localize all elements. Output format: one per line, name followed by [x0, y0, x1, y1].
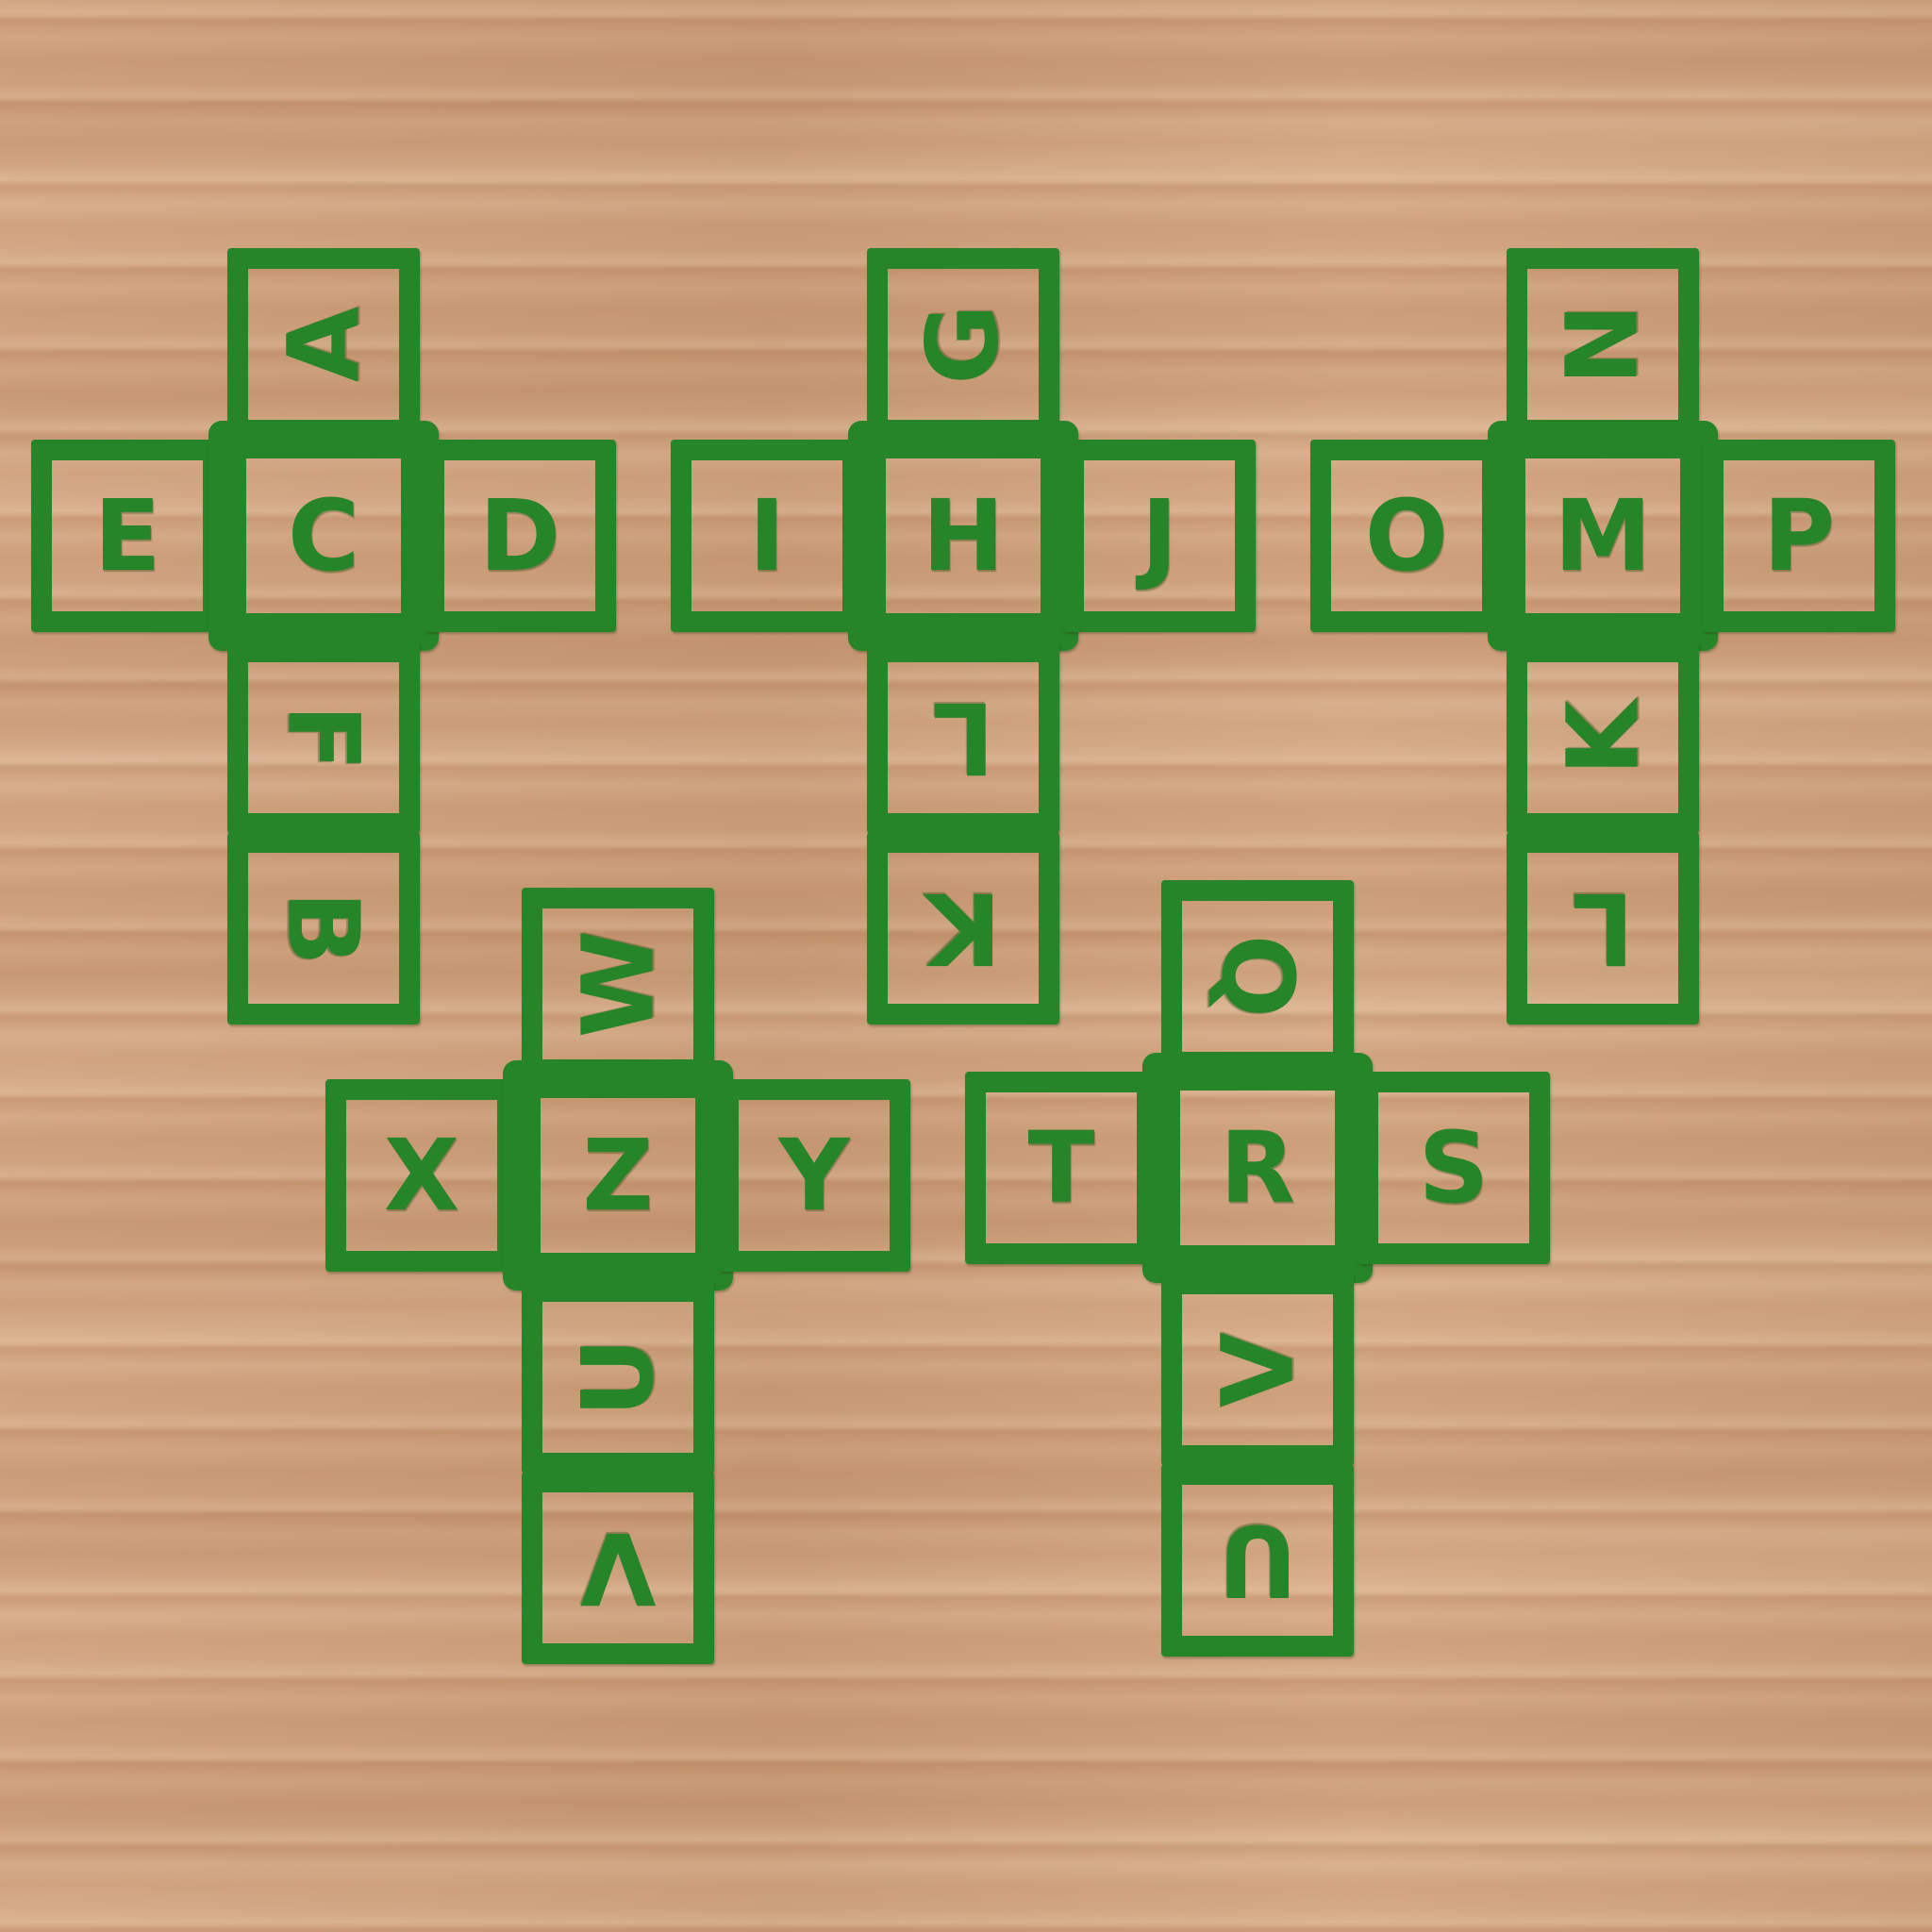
net-4-face-top[interactable]: W	[522, 888, 714, 1080]
net-5-face-center[interactable]: R	[1142, 1053, 1373, 1283]
net-5-face-top[interactable]: Q	[1161, 880, 1354, 1073]
net-2-letter-below: L	[931, 680, 995, 795]
net-4-letter-bottom: V	[579, 1510, 657, 1625]
net-4-face-below[interactable]: U	[522, 1281, 714, 1474]
net-4-face-center[interactable]: Z	[503, 1060, 733, 1291]
net-1-face-center[interactable]: C	[208, 421, 439, 651]
net-1-letter-below: F	[265, 704, 381, 772]
net-1-letter-bottom: B	[266, 891, 381, 966]
net-3-letter-center: M	[1554, 478, 1652, 593]
net-5-letter-top: Q	[1199, 934, 1315, 1019]
net-5-letter-bottom: U	[1217, 1503, 1298, 1618]
net-4-face-left[interactable]: X	[325, 1079, 518, 1272]
net-3-face-center[interactable]: M	[1488, 421, 1718, 651]
net-4-face-bottom[interactable]: V	[522, 1472, 714, 1664]
wood-tabletop: { "nets": [ { "center": "C", "top": "A",…	[0, 0, 1932, 1932]
net-3-face-right[interactable]: P	[1703, 440, 1895, 632]
net-3-letter-bottom: L	[1571, 871, 1635, 986]
net-3-face-left[interactable]: O	[1310, 440, 1503, 632]
net-1-letter-left: E	[93, 478, 161, 593]
net-3-letter-top: N	[1544, 303, 1660, 386]
net-4-face-right[interactable]: Y	[718, 1079, 910, 1272]
net-4-letter-center: Z	[582, 1118, 654, 1233]
net-2-face-bottom[interactable]: K	[867, 832, 1059, 1024]
net-2-letter-bottom: K	[924, 871, 1002, 986]
net-4-letter-top: W	[560, 929, 675, 1039]
net-2-face-right[interactable]: J	[1063, 440, 1256, 632]
net-3-face-below[interactable]: K	[1507, 641, 1699, 834]
net-5-face-left[interactable]: T	[965, 1072, 1158, 1264]
net-1-face-below[interactable]: F	[227, 641, 420, 834]
net-1-letter-center: C	[287, 478, 360, 593]
net-5-face-bottom[interactable]: U	[1161, 1464, 1354, 1657]
net-2-letter-center: H	[922, 478, 1005, 593]
net-5-letter-center: R	[1219, 1110, 1296, 1225]
net-4-letter-below: U	[559, 1337, 675, 1418]
net-2-face-below[interactable]: L	[867, 641, 1059, 834]
net-1-face-left[interactable]: E	[31, 440, 224, 632]
net-3-letter-left: O	[1364, 478, 1449, 593]
net-5-letter-right: S	[1418, 1110, 1490, 1225]
net-1-letter-top: A	[266, 306, 381, 383]
net-4-letter-right: Y	[778, 1118, 850, 1233]
net-1-face-top[interactable]: A	[227, 248, 420, 441]
net-3-face-bottom[interactable]: L	[1507, 832, 1699, 1024]
net-2-letter-top: G	[906, 304, 1021, 385]
net-2-face-top[interactable]: G	[867, 248, 1059, 441]
net-1-letter-right: D	[478, 478, 561, 593]
net-1-face-bottom[interactable]: B	[227, 832, 420, 1024]
net-5-letter-below: V	[1200, 1331, 1315, 1408]
net-3-face-top[interactable]: N	[1507, 248, 1699, 441]
net-3-letter-right: P	[1762, 478, 1836, 593]
net-2-face-left[interactable]: I	[671, 440, 863, 632]
net-4-letter-left: X	[383, 1118, 460, 1233]
net-2-letter-right: J	[1141, 478, 1178, 593]
net-5-face-right[interactable]: S	[1357, 1072, 1550, 1264]
net-2-letter-left: I	[748, 478, 786, 593]
net-3-letter-below: K	[1545, 699, 1660, 776]
net-2-face-center[interactable]: H	[848, 421, 1078, 651]
net-5-face-below[interactable]: V	[1161, 1274, 1354, 1466]
net-5-letter-left: T	[1027, 1110, 1095, 1225]
net-1-face-right[interactable]: D	[424, 440, 616, 632]
